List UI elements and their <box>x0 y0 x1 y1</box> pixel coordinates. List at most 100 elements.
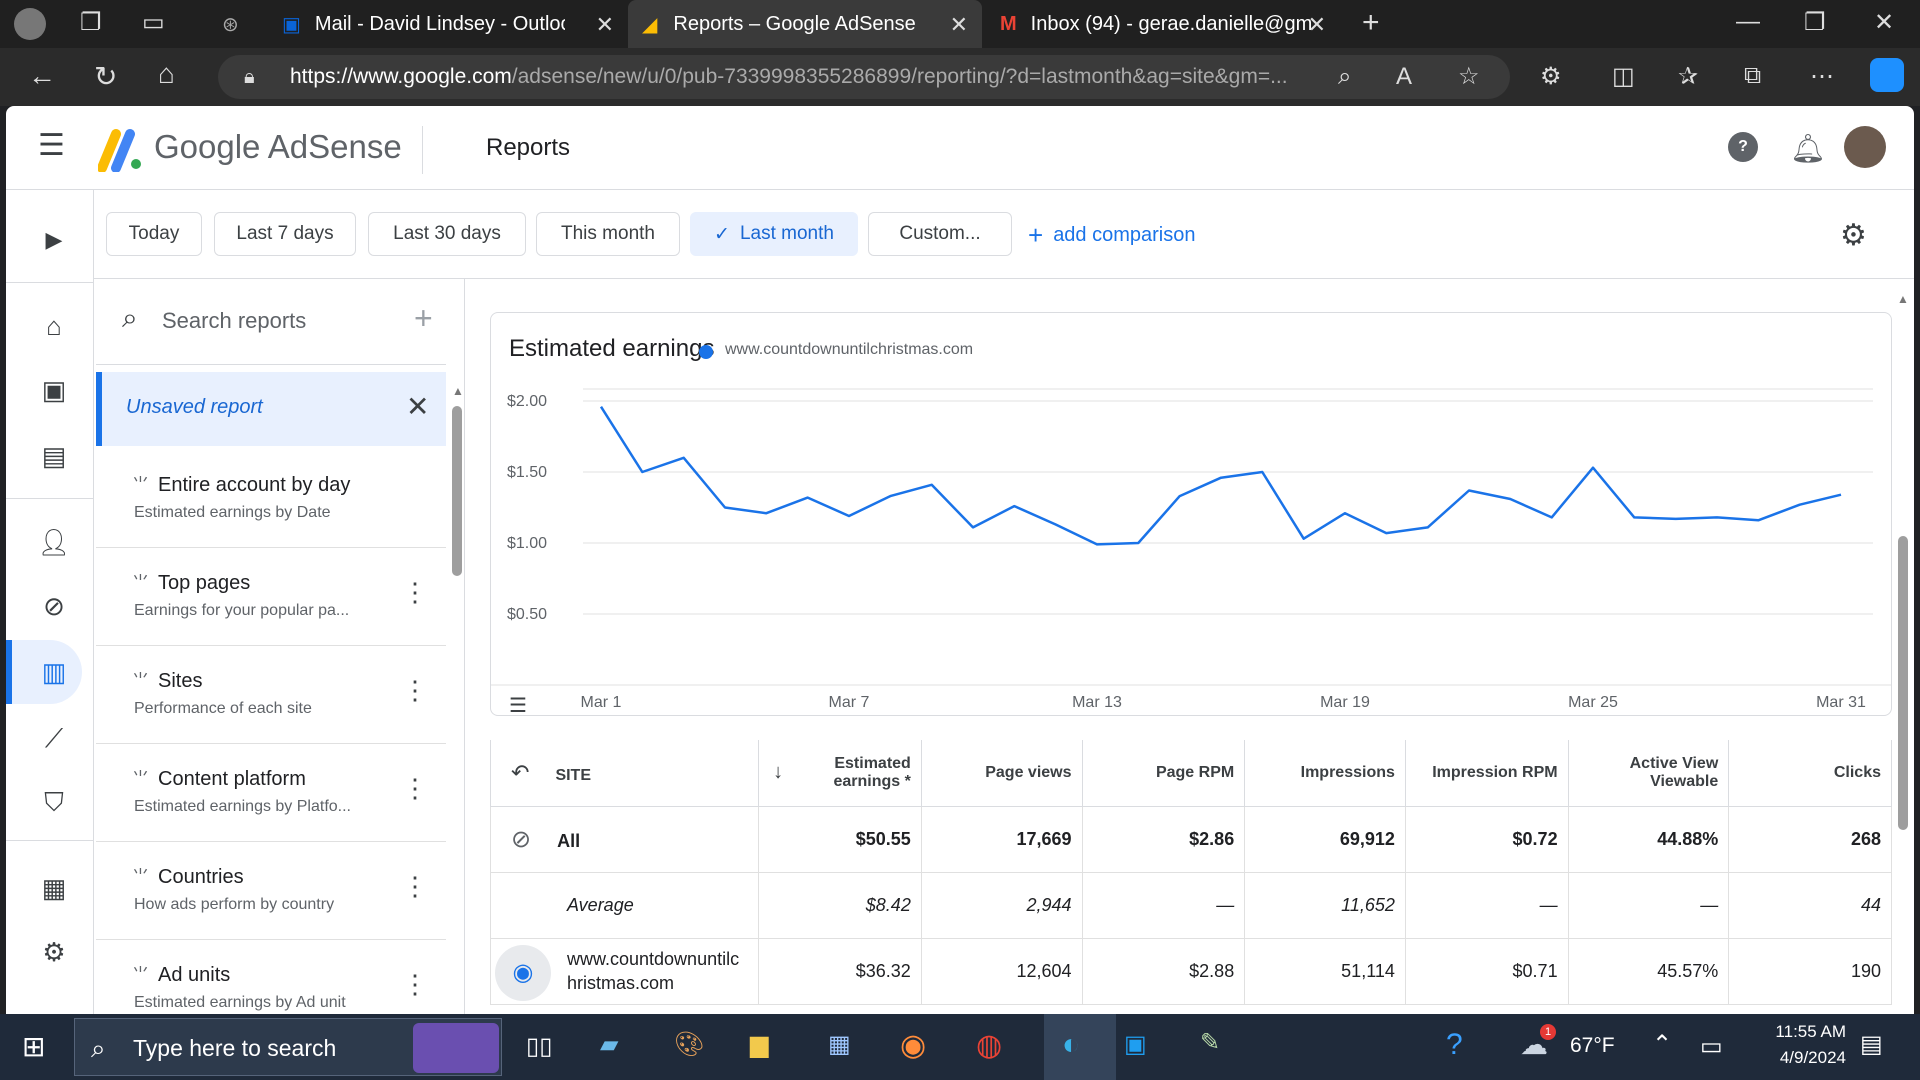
more-vert-icon[interactable]: ⋮ <box>402 873 428 899</box>
tab-actions-icon[interactable]: ▭ <box>142 8 165 37</box>
brand-safety-icon[interactable]: ⛉ <box>34 782 74 822</box>
split-screen-icon[interactable]: ◫ <box>1612 62 1635 91</box>
earnings-column-header[interactable]: ↓ Estimated earnings * <box>758 740 922 807</box>
settings-nav-icon[interactable]: ⚙ <box>34 932 74 972</box>
main-scrollbar[interactable]: ▲ ▼ <box>1894 286 1912 1014</box>
profile-avatar[interactable] <box>14 8 46 40</box>
copilot-icon[interactable] <box>1870 58 1904 92</box>
add-report-icon[interactable]: + <box>414 300 433 337</box>
new-tab-icon[interactable]: + <box>1362 6 1380 40</box>
page-rpm-column-header[interactable]: Page RPM <box>1081 740 1246 807</box>
sidebar-scrollbar[interactable]: ▲ <box>450 374 464 1014</box>
tab-outlook[interactable]: ▣ Mail - David Lindsey - Outlook ✕ <box>270 0 628 48</box>
home-icon[interactable]: ⌂ <box>158 58 175 90</box>
chip-custom[interactable]: Custom... <box>868 212 1012 256</box>
more-vert-icon[interactable]: ⋮ <box>402 775 428 801</box>
chip-today[interactable]: Today <box>106 212 202 256</box>
tab-gmail[interactable]: M Inbox (94) - gerae.danielle@gma ✕ <box>986 0 1340 48</box>
media-player-icon[interactable]: ◉ <box>900 1028 926 1063</box>
close-tab-icon[interactable]: ✕ <box>596 12 614 38</box>
favorite-star-icon[interactable]: ☆ <box>1458 55 1480 99</box>
windows-start-icon[interactable]: ⊞ <box>22 1030 45 1063</box>
notification-center-icon[interactable]: ▤ <box>1860 1030 1883 1059</box>
clock-time[interactable]: 11:55 AM <box>1738 1022 1846 1042</box>
hamburger-menu-icon[interactable]: ☰ <box>38 128 65 163</box>
collections-icon[interactable]: ⧉ <box>1744 62 1761 90</box>
active-view-column-header[interactable]: Active View Viewable <box>1567 740 1730 807</box>
visibility-icon[interactable]: ◉ <box>495 944 551 1001</box>
close-tab-icon[interactable]: ✕ <box>1308 12 1326 38</box>
account-avatar[interactable] <box>1844 126 1886 168</box>
blocking-controls-icon[interactable]: ⊘ <box>34 586 74 626</box>
report-item[interactable]: ⺌ Top pages Earnings for your popular pa..… <box>96 548 446 646</box>
undo-icon[interactable]: ↶ <box>511 760 529 785</box>
report-item[interactable]: ⺌ Sites Performance of each site ⋮ <box>96 646 446 744</box>
more-vert-icon[interactable]: ⋮ <box>402 677 428 703</box>
chip-last-7-days[interactable]: Last 7 days <box>214 212 356 256</box>
chrome-icon[interactable]: ◍ <box>976 1028 1002 1063</box>
calculator-icon[interactable]: ▦ <box>828 1030 851 1059</box>
help-icon[interactable]: ? <box>1728 132 1758 162</box>
more-vert-icon[interactable]: ⋮ <box>402 971 428 997</box>
notifications-bell-icon[interactable]: 🔔︎ <box>1790 132 1826 165</box>
more-vert-icon[interactable]: ⋮ <box>402 579 428 605</box>
scroll-up-icon[interactable]: ▲ <box>1897 292 1909 306</box>
extensions-icon[interactable]: ⚙ <box>1540 62 1562 91</box>
impression-rpm-column-header[interactable]: Impression RPM <box>1404 740 1569 807</box>
sort-desc-icon[interactable]: ↓ <box>773 761 783 784</box>
add-comparison-button[interactable]: + add comparison <box>1028 220 1196 251</box>
settings-gear-icon[interactable]: ⚙ <box>1840 218 1867 253</box>
paint-3d-icon[interactable]: ✎ <box>1200 1028 1220 1057</box>
refresh-icon[interactable]: ↻ <box>94 60 117 93</box>
report-item[interactable]: ⺌ Countries How ads perform by country ⋮ <box>96 842 446 940</box>
read-aloud-icon[interactable]: A <box>1396 55 1412 99</box>
paint-app-icon[interactable]: 🎨︎ <box>674 1030 704 1059</box>
chip-last-30-days[interactable]: Last 30 days <box>368 212 526 256</box>
file-explorer-icon[interactable]: ▆ <box>750 1030 768 1059</box>
chip-this-month[interactable]: This month <box>536 212 680 256</box>
workspaces-icon[interactable]: ❐ <box>80 8 102 37</box>
favorites-icon[interactable]: ✰ <box>1678 62 1698 91</box>
more-menu-icon[interactable]: ⋯ <box>1810 62 1834 91</box>
tab-chatgpt[interactable]: ⊛ <box>206 0 266 48</box>
task-view-icon[interactable]: ▯▯ <box>526 1032 552 1061</box>
scroll-up-icon[interactable]: ▲ <box>452 384 464 398</box>
close-icon[interactable]: ✕ <box>406 390 429 423</box>
report-item[interactable]: ⺌ Entire account by day Estimated earnings… <box>96 450 446 548</box>
minimize-icon[interactable]: — <box>1736 8 1760 36</box>
back-icon[interactable]: ← <box>28 60 56 92</box>
report-item[interactable]: ⺌ Ad units Estimated earnings by Ad unit ⋮ <box>96 940 446 1014</box>
restore-icon[interactable]: ❐ <box>1804 8 1826 37</box>
help-app-icon[interactable]: ? <box>1446 1028 1463 1062</box>
close-tab-icon[interactable]: ✕ <box>950 12 968 38</box>
battery-icon[interactable]: ▭ <box>1700 1032 1723 1061</box>
impressions-column-header[interactable]: Impressions <box>1244 740 1406 807</box>
visibility-off-icon[interactable]: ⊘ <box>511 826 531 853</box>
chip-last-month[interactable]: ✓ Last month <box>690 212 858 256</box>
clicks-column-header[interactable]: Clicks <box>1728 740 1892 807</box>
site-column-header[interactable]: ↶ SITE <box>489 740 760 807</box>
edge-icon[interactable]: ◐ <box>1062 1028 1080 1062</box>
chart-table-toggle-icon[interactable]: ☰ <box>509 693 527 718</box>
search-reports-input[interactable]: Search reports <box>162 308 306 334</box>
show-hidden-icons-chevron-icon[interactable]: ⌃ <box>1652 1030 1672 1059</box>
zoom-icon[interactable]: ⌕ <box>1338 55 1351 99</box>
prime-video-icon[interactable]: ▣ <box>1124 1030 1147 1059</box>
taskbar-search-box[interactable]: ⌕ Type here to search <box>74 1018 502 1076</box>
reports-nav-icon[interactable]: ▥ <box>34 652 74 692</box>
tab-adsense[interactable]: ◢ Reports – Google AdSense ✕ <box>628 0 982 48</box>
optimization-nav-icon[interactable]: ⟋ <box>34 718 74 758</box>
privacy-messaging-icon[interactable]: 👤︎ <box>34 522 74 562</box>
scrollbar-thumb[interactable] <box>1898 536 1908 830</box>
close-window-icon[interactable]: ✕ <box>1874 8 1894 37</box>
payments-nav-icon[interactable]: ▦ <box>34 868 74 908</box>
home-nav-icon[interactable]: ⌂ <box>34 306 74 346</box>
report-item[interactable]: ⺌ Content platform Estimated earnings by P… <box>96 744 446 842</box>
notepad-app-icon[interactable]: ▰ <box>600 1030 618 1059</box>
clock-date[interactable]: 4/9/2024 <box>1738 1048 1846 1068</box>
page-views-column-header[interactable]: Page views <box>920 740 1083 807</box>
unsaved-report-item[interactable]: Unsaved report ✕ <box>96 372 446 446</box>
youtube-icon[interactable]: ▶ <box>34 220 74 260</box>
scrollbar-thumb[interactable] <box>452 406 462 576</box>
ads-nav-icon[interactable]: ▣ <box>34 370 74 410</box>
